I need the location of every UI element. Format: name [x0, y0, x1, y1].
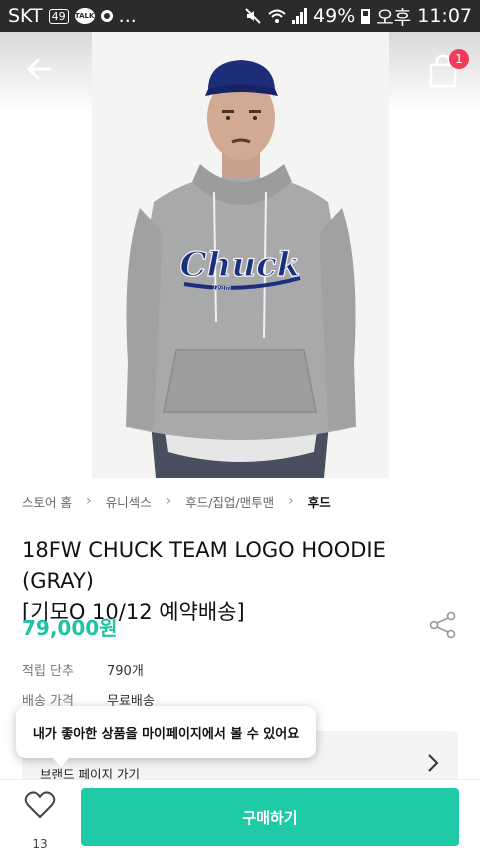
points-label: 적립 단추: [22, 664, 74, 679]
hoodie-logo-subtext: Team: [212, 284, 231, 292]
carrier-label: SKT: [8, 5, 43, 27]
bottom-action-bar: 13 구매하기: [0, 779, 480, 854]
like-tooltip-text: 내가 좋아한 상품을 마이페이지에서 볼 수 있어요: [32, 726, 300, 742]
product-image-area[interactable]: Chuck Team: [0, 32, 480, 478]
product-title-line1: 18FW CHUCK TEAM LOGO HOODIE (GRAY): [22, 538, 386, 593]
status-left: SKT 49 TALK ...: [8, 5, 137, 27]
status-bar: SKT 49 TALK ... 49% 오후 11:07: [0, 0, 480, 32]
chevron-right-icon: ›: [288, 493, 294, 509]
like-count: 13: [32, 837, 48, 851]
points-value: 790개: [107, 664, 144, 679]
chevron-right-icon: ›: [85, 493, 92, 509]
kakaotalk-icon: TALK: [74, 8, 95, 24]
chevron-right-icon: [428, 754, 439, 772]
battery-icon: [361, 8, 371, 24]
arrow-left-icon[interactable]: [24, 54, 54, 84]
breadcrumb-unisex[interactable]: 유니섹스: [106, 492, 152, 511]
breadcrumb-store-home[interactable]: 스토어 홈: [22, 492, 72, 511]
like-tooltip: 내가 좋아한 상품을 마이페이지에서 볼 수 있어요: [16, 706, 316, 767]
more-notifications: ...: [118, 5, 137, 27]
app-ring-icon: [100, 10, 113, 22]
mute-icon: [245, 8, 261, 24]
breadcrumb-hoodie-category[interactable]: 후드/집업/맨투맨: [185, 492, 274, 511]
heart-icon[interactable]: [24, 790, 56, 820]
points-row: 적립 단추 790개: [22, 660, 144, 679]
product-price: 79,000원: [22, 616, 118, 640]
like-button[interactable]: 13: [20, 790, 60, 851]
battery-percent: 49%: [313, 5, 356, 27]
signal-icon: [292, 8, 308, 24]
hoodie-logo-text: Chuck: [180, 245, 301, 285]
clock: 11:07: [417, 5, 472, 27]
product-photo[interactable]: Chuck Team: [92, 32, 389, 478]
chevron-right-icon: ›: [165, 493, 172, 509]
share-icon[interactable]: [428, 610, 458, 640]
breadcrumb: 스토어 홈 › 유니섹스 › 후드/집업/맨투맨 › 후드: [22, 490, 331, 512]
model-illustration: Chuck Team: [126, 60, 356, 478]
lte-badge: 49: [48, 8, 69, 24]
time-ampm: 오후: [376, 6, 412, 29]
buy-button[interactable]: 구매하기: [81, 788, 459, 846]
breadcrumb-hoodie[interactable]: 후드: [308, 492, 331, 511]
status-right: 49% 오후 11:07: [244, 3, 472, 30]
cart-count-badge[interactable]: 1: [449, 49, 469, 69]
wifi-icon: [268, 9, 286, 23]
